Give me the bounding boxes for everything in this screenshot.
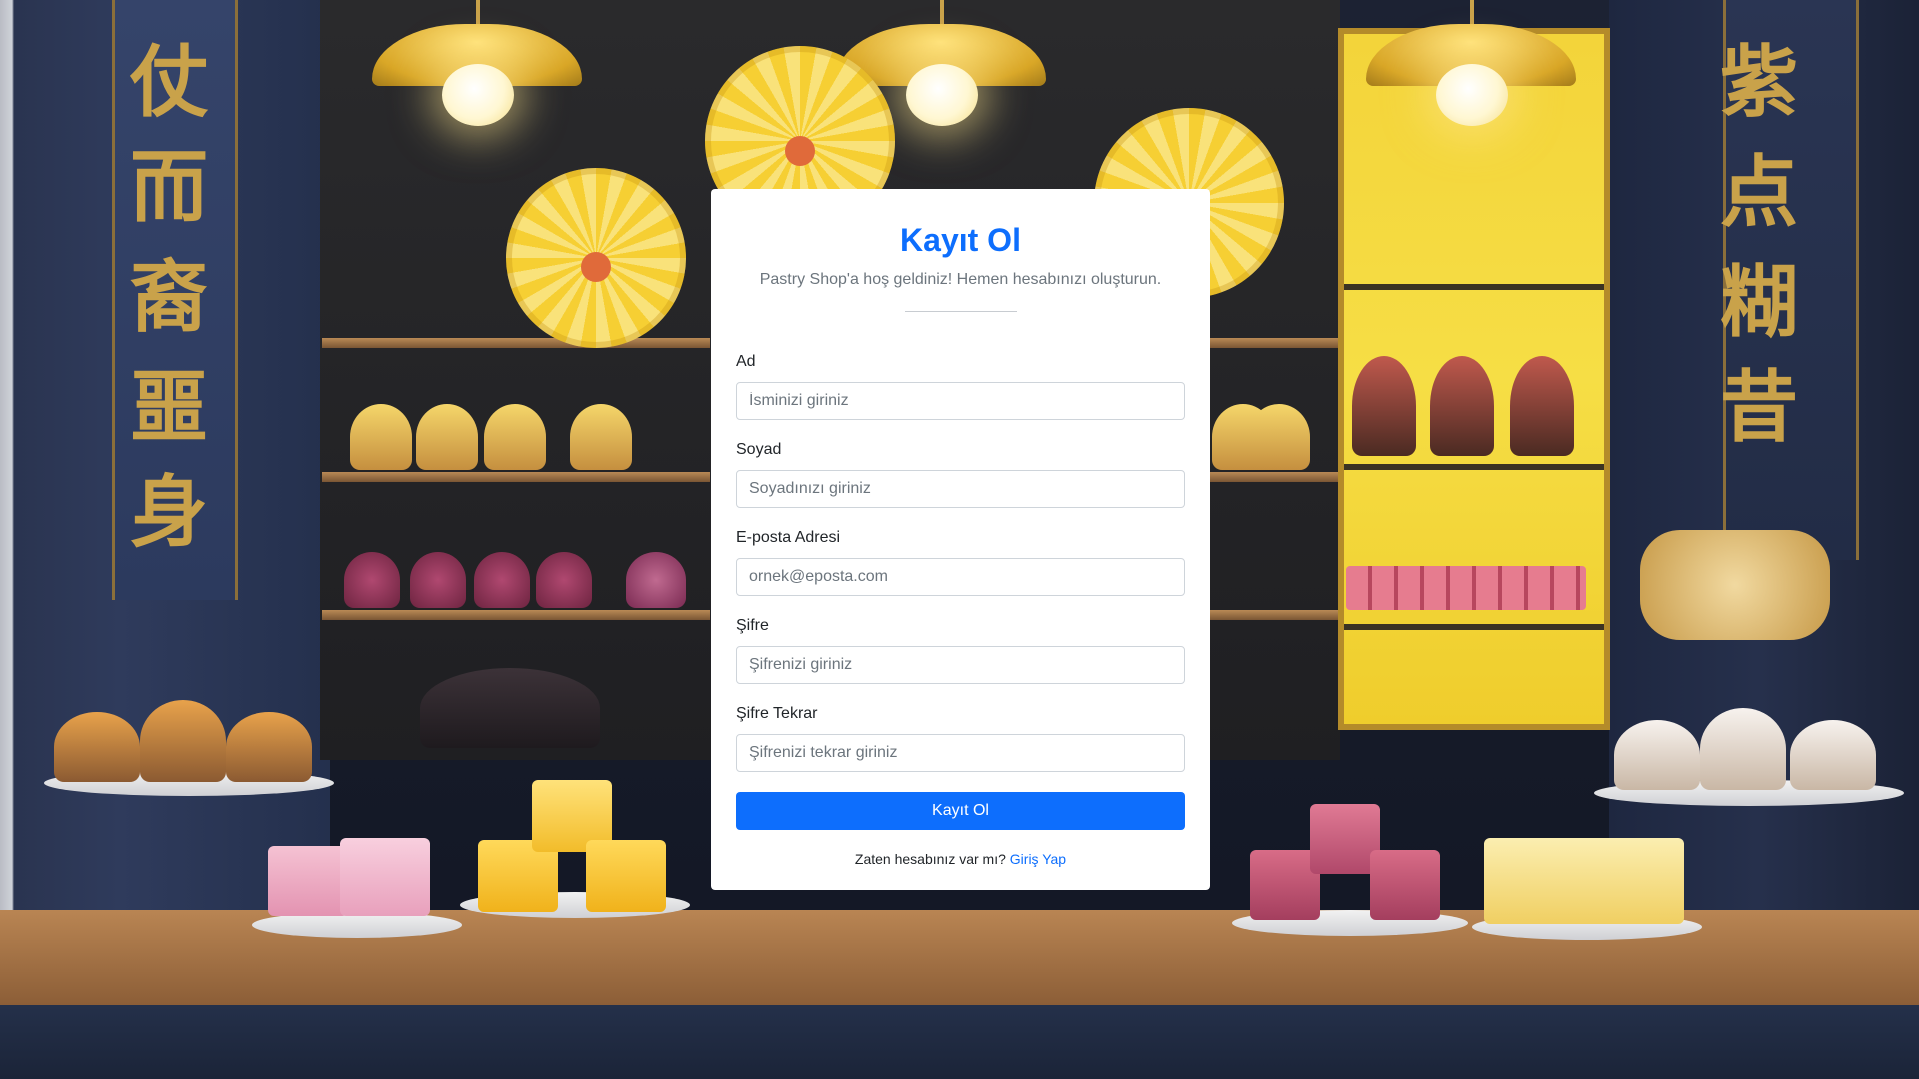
login-prompt-text: Zaten hesabınız var mı? bbox=[854, 851, 1006, 867]
register-button[interactable]: Kayıt Ol bbox=[736, 792, 1185, 830]
registration-card: Kayıt Ol Pastry Shop'a hoş geldiniz! Hem… bbox=[711, 189, 1210, 890]
password-confirm-input[interactable] bbox=[736, 734, 1185, 772]
first-name-group: Ad bbox=[736, 352, 1185, 420]
email-input[interactable] bbox=[736, 558, 1185, 596]
lamp-bulb bbox=[442, 64, 514, 126]
shelf bbox=[1210, 338, 1338, 348]
last-name-input[interactable] bbox=[736, 470, 1185, 508]
title-divider bbox=[904, 311, 1017, 312]
last-name-group: Soyad bbox=[736, 440, 1185, 508]
page-title: Kayıt Ol bbox=[900, 222, 1021, 258]
shelf bbox=[322, 472, 710, 482]
first-name-input[interactable] bbox=[736, 382, 1185, 420]
lamp-bulb bbox=[1436, 64, 1508, 126]
login-prompt: Zaten hesabınız var mı? Giriş Yap bbox=[736, 850, 1185, 868]
first-name-label: Ad bbox=[736, 353, 756, 370]
shelf bbox=[1210, 472, 1338, 482]
password-confirm-label: Şifre Tekrar bbox=[736, 705, 818, 722]
shelf bbox=[322, 338, 710, 348]
lamp-bulb bbox=[906, 64, 978, 126]
shelf bbox=[322, 610, 710, 620]
password-label: Şifre bbox=[736, 617, 769, 634]
registration-form: Ad Soyad E-posta Adresi Şifre Şifre Tekr… bbox=[736, 352, 1185, 830]
shelf bbox=[1210, 610, 1338, 620]
paper-fan-decoration bbox=[506, 168, 686, 348]
counter-base bbox=[0, 1005, 1919, 1079]
password-input[interactable] bbox=[736, 646, 1185, 684]
password-group: Şifre bbox=[736, 616, 1185, 684]
login-link[interactable]: Giriş Yap bbox=[1010, 851, 1066, 867]
password-confirm-group: Şifre Tekrar bbox=[736, 704, 1185, 772]
email-label: E-posta Adresi bbox=[736, 529, 841, 546]
last-name-label: Soyad bbox=[736, 441, 782, 458]
email-group: E-posta Adresi bbox=[736, 528, 1185, 596]
welcome-subtitle: Pastry Shop'a hoş geldiniz! Hemen hesabı… bbox=[759, 271, 1162, 288]
